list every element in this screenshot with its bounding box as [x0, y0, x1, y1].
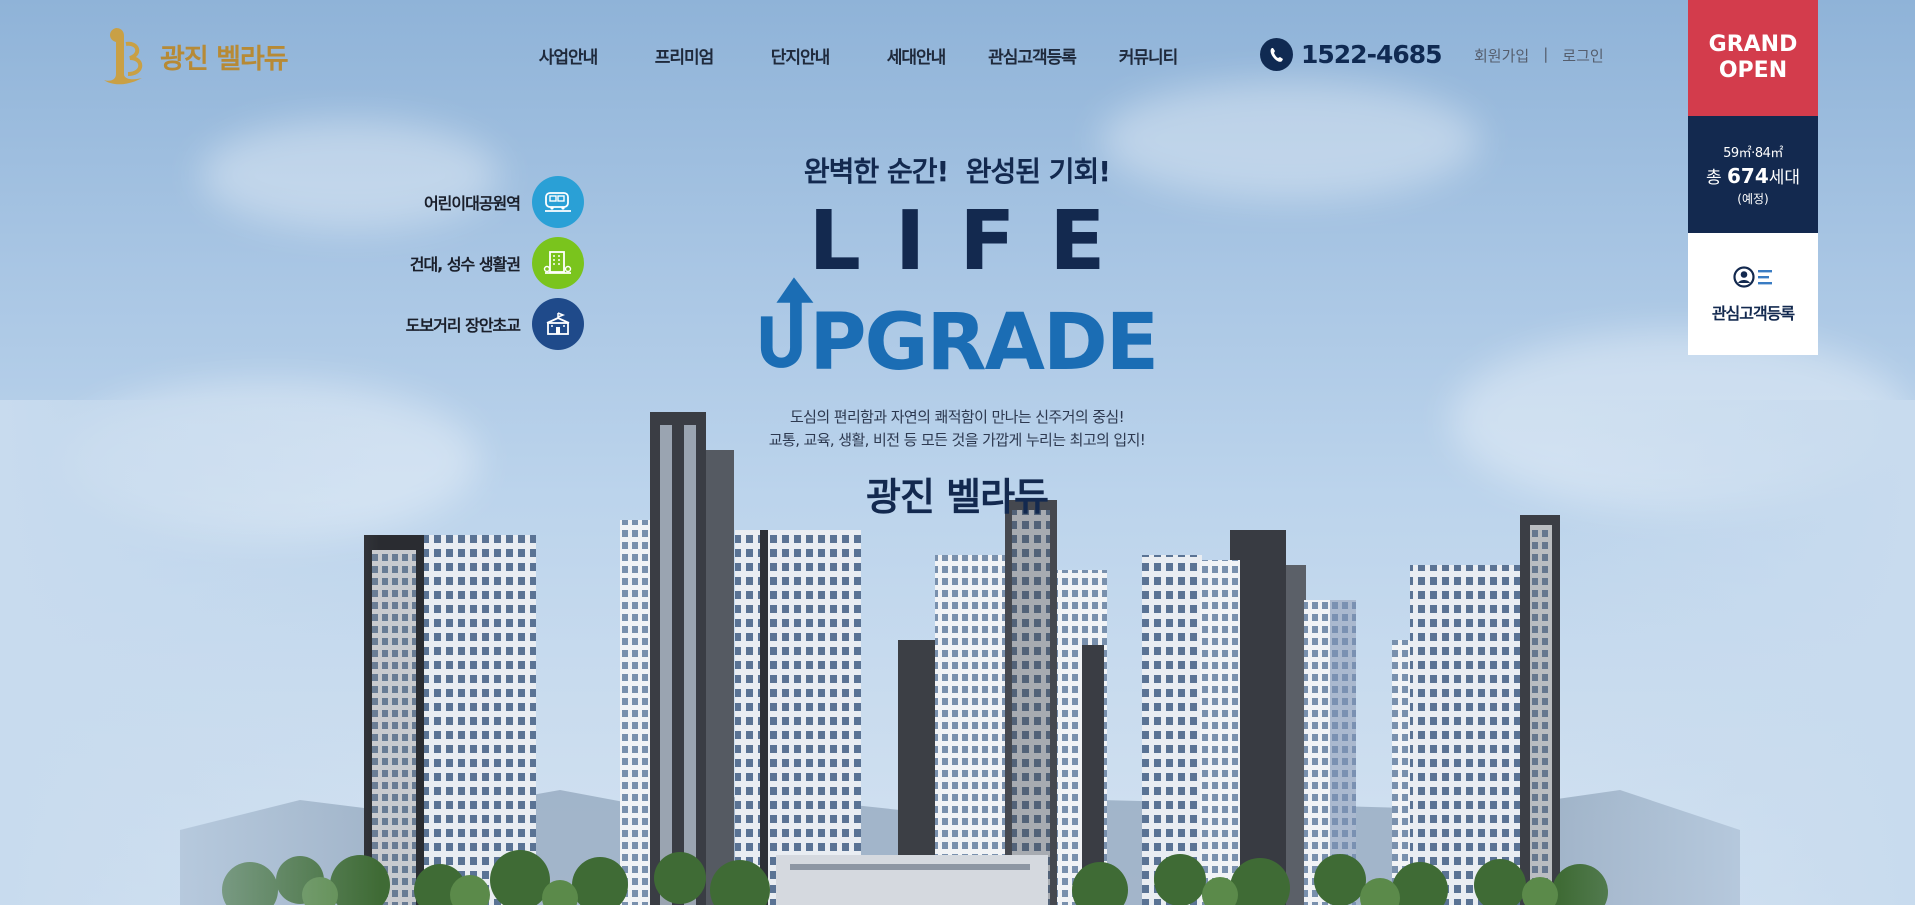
phone-contact[interactable]: 1522-4685 [1260, 38, 1443, 71]
login-link[interactable]: 로그인 [1562, 45, 1603, 66]
quick-panel: GRAND OPEN 59㎡·84㎡ 총 674세대 (예정) 관심고객등록 [1688, 0, 1818, 355]
hero-life-text: LIFE [808, 194, 1140, 289]
hero-upgrade: PGRADE [757, 276, 1159, 388]
nav-item-business[interactable]: 사업안내 [510, 43, 626, 68]
hero-section: 완벽한 순간! 완성된 기회! LIFE PGRADE 도심의 편리함과 자연의… [757, 150, 1159, 521]
feature-item-lifestyle: 건대, 성수 생활권 [360, 237, 584, 289]
site-logo[interactable]: 광진 벨라듀 [98, 24, 289, 88]
cloud [1100, 80, 1480, 200]
hero-brand-name: 광진 벨라듀 [865, 475, 1049, 519]
phone-number: 1522-4685 [1301, 40, 1443, 69]
feature-label: 도보거리 장안초교 [405, 316, 521, 335]
unit-total: 총 674세대 [1706, 163, 1800, 188]
unit-note: (예정) [1737, 192, 1769, 206]
nav-item-complex[interactable]: 단지안내 [742, 43, 858, 68]
grand-open-badge[interactable]: GRAND OPEN [1688, 0, 1818, 116]
nav-item-community[interactable]: 커뮤니티 [1090, 43, 1206, 68]
feature-list: 어린이대공원역 건대, 성수 생활권 도보거리 장안초교 [360, 176, 584, 359]
logo-text: 광진 벨라듀 [160, 43, 289, 75]
hero-upgrade-text: PGRADE [809, 298, 1159, 388]
phone-icon [1260, 38, 1293, 71]
up-arrow-icon [760, 277, 814, 368]
desc-line2: 교통, 교육, 생활, 비전 등 모든 것을 가깝게 누리는 최고의 입지! [768, 431, 1146, 449]
register-label: 관심고객등록 [1711, 304, 1795, 323]
member-links: 회원가입 | 로그인 [1474, 45, 1604, 66]
nav-item-premium[interactable]: 프리미엄 [626, 43, 742, 68]
total-count: 674 [1727, 164, 1769, 188]
grand-line2: OPEN [1718, 58, 1788, 83]
main-nav: 사업안내 프리미엄 단지안내 세대안내 관심고객등록 커뮤니티 [510, 43, 1206, 68]
feature-item-station: 어린이대공원역 [360, 176, 584, 228]
desc-line1: 도심의 편리함과 자연의 쾌적함이 만나는 신주거의 중심! [789, 408, 1125, 426]
unit-area: 59㎡·84㎡ [1723, 146, 1783, 161]
total-prefix: 총 [1705, 168, 1727, 188]
cloud [60, 380, 480, 540]
feature-label: 건대, 성수 생활권 [409, 255, 521, 274]
units-info: 59㎡·84㎡ 총 674세대 (예정) [1688, 116, 1818, 233]
feature-item-school: 도보거리 장안초교 [360, 298, 584, 350]
cloud [1450, 330, 1910, 510]
join-link[interactable]: 회원가입 [1474, 45, 1529, 66]
nav-item-units[interactable]: 세대안내 [858, 43, 974, 68]
separator: | [1543, 45, 1549, 63]
register-button[interactable]: 관심고객등록 [1688, 233, 1818, 355]
grand-line1: GRAND [1708, 32, 1798, 57]
feature-label: 어린이대공원역 [423, 194, 521, 213]
train-icon [532, 176, 584, 228]
logo-mark-icon [104, 28, 143, 85]
buildings-icon [532, 237, 584, 289]
hero-tagline: 완벽한 순간! 완성된 기회! [803, 155, 1111, 188]
hero-description: 도심의 편리함과 자연의 쾌적함이 만나는 신주거의 중심! 교통, 교육, 생… [757, 406, 1157, 452]
user-list-icon [1733, 266, 1772, 288]
nav-item-register[interactable]: 관심고객등록 [974, 43, 1090, 68]
school-icon [532, 298, 584, 350]
total-suffix: 세대 [1768, 168, 1801, 188]
